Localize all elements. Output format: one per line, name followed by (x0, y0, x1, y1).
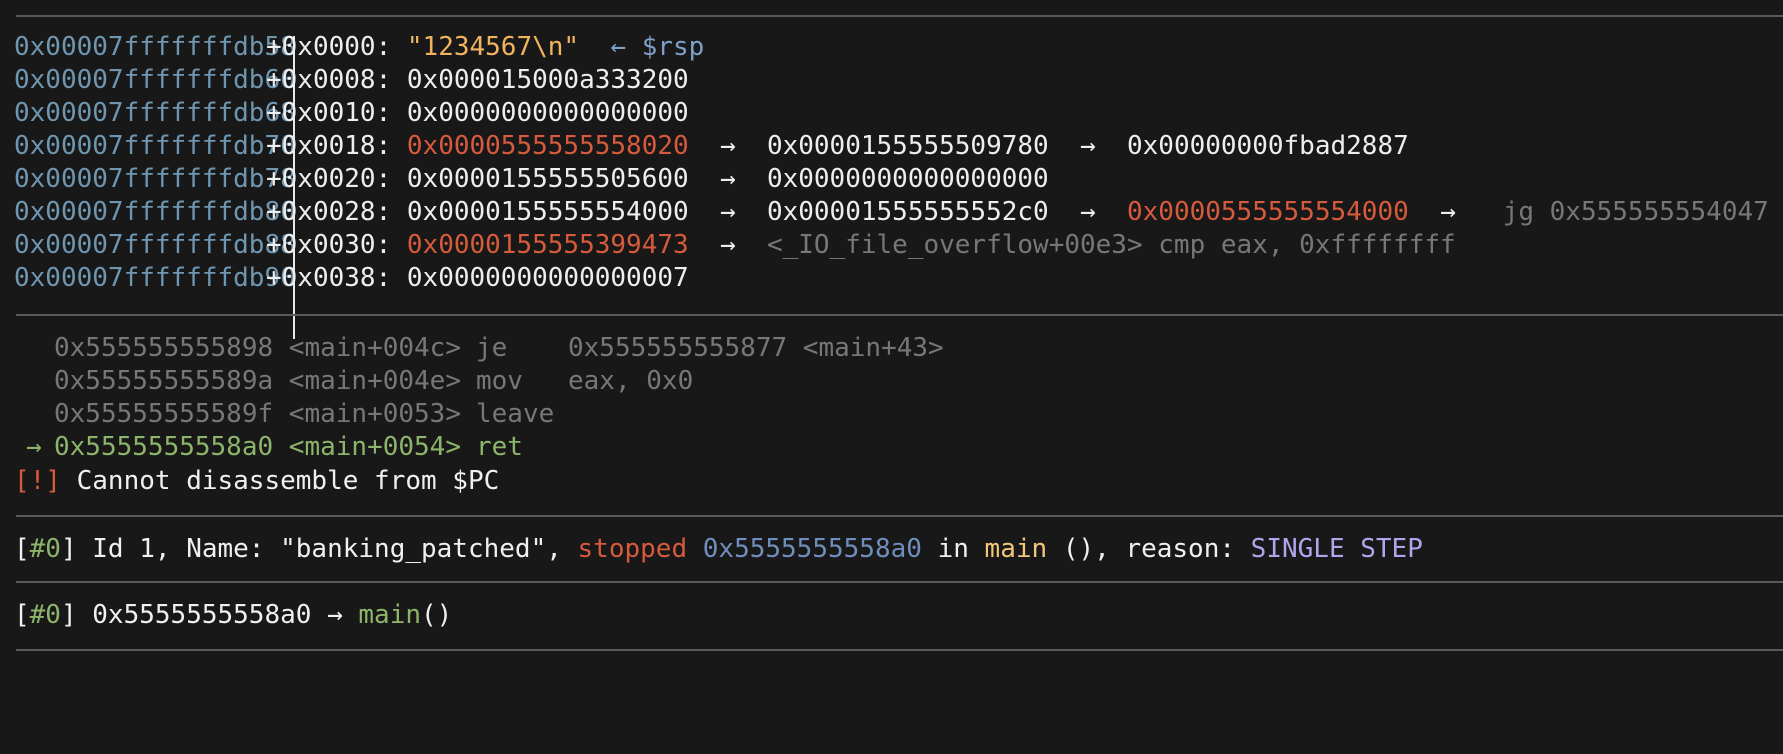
stack-value: 0x0000155555554000 (406, 197, 689, 227)
right-arrow-icon: → (1080, 131, 1096, 161)
deref-instruction: jg 0x555555554047 (1502, 197, 1769, 227)
separator-threads (16, 515, 1783, 517)
stack-offset: +0x0000: (266, 32, 392, 62)
thread-state: stopped (577, 534, 688, 564)
stack-address: 0x00007fffffffdb80 (14, 197, 296, 227)
deref-value: 0x0000000000000000 (766, 164, 1049, 194)
warning-tag: [!] (14, 466, 61, 496)
trace-line: [#0] 0x5555555558a0 → main() (14, 600, 453, 630)
deref-value: 0x00000000fbad2887 (1126, 131, 1409, 161)
warning-text: Cannot disassemble from $PC (76, 466, 500, 496)
right-arrow-icon: → (719, 164, 736, 194)
frame-address: 0x5555555558a0 → (76, 600, 359, 630)
stack-address: 0x00007fffffffdb90 (14, 263, 296, 293)
deref-instruction: <_IO_file_overflow+00e3> cmp eax, 0xffff… (766, 230, 1456, 260)
frame-function: main (358, 600, 422, 630)
thread-info: Id 1, Name: "banking_patched", (76, 534, 578, 564)
code-address: 0x55555555589a <main+004e> (54, 366, 461, 396)
right-arrow-icon: → (1080, 197, 1096, 227)
stack-value: 0x0000555555558020 (406, 131, 689, 161)
stack-address: 0x00007fffffffdb60 (14, 65, 296, 95)
stack-value: "1234567\n" (406, 32, 580, 62)
separator-top (16, 15, 1783, 17)
deref-value: 0x0000555555554000 (1126, 197, 1409, 227)
stack-address: 0x00007fffffffdb88 (14, 230, 296, 260)
stack-value: 0x000015000a333200 (406, 65, 689, 95)
frame-number: #0 (29, 600, 61, 630)
thread-address: 0x5555555558a0 (702, 534, 922, 564)
stack-row-content: +0x0038: 0x0000000000000007 (266, 259, 689, 297)
right-arrow-icon: → (1440, 197, 1456, 227)
stop-reason: SINGLE STEP (1250, 534, 1423, 564)
thread-function: main (984, 534, 1048, 564)
stack-offset: +0x0038: (266, 263, 392, 293)
stack-row: 0x00007fffffffdb90 (14, 259, 296, 297)
stack-address: 0x00007fffffffdb78 (14, 164, 296, 194)
deref-value: 0x00001555555552c0 (766, 197, 1049, 227)
register-label: $rsp (641, 32, 705, 62)
stack-address: 0x00007fffffffdb68 (14, 98, 296, 128)
current-instruction-marker-icon: → (26, 432, 42, 462)
right-arrow-icon: → (719, 197, 736, 227)
stack-address: 0x00007fffffffdb70 (14, 131, 296, 161)
code-operands: eax, 0x0 (568, 366, 694, 396)
stack-offset: +0x0020: (266, 164, 392, 194)
stack-value: 0x0000155555505600 (406, 164, 689, 194)
deref-value: 0x0000155555509780 (766, 131, 1049, 161)
code-mnemonic: ret (476, 432, 523, 462)
stack-value: 0x0000000000000000 (406, 98, 689, 128)
warning-line: [!] Cannot disassemble from $PC (14, 462, 499, 500)
separator-code (16, 314, 1783, 316)
right-arrow-icon: → (719, 131, 736, 161)
stack-offset: +0x0008: (266, 65, 392, 95)
stack-address: 0x00007fffffffdb58 (14, 32, 296, 62)
code-address: 0x5555555558a0 <main+0054> (54, 432, 461, 462)
right-arrow-icon: → (719, 230, 736, 260)
stack-offset: +0x0028: (266, 197, 392, 227)
stack-offset: +0x0030: (266, 230, 392, 260)
code-address: 0x555555555898 <main+004c> (54, 333, 461, 363)
stack-offset: +0x0018: (266, 131, 392, 161)
stack-value: 0x0000000000000007 (406, 263, 689, 293)
stack-value: 0x0000155555399473 (406, 230, 689, 260)
code-row-current: 0x5555555558a0 <main+0054> (54, 428, 461, 466)
thread-number: #0 (29, 534, 61, 564)
separator-bottom (16, 649, 1783, 651)
gdb-terminal: 0x00007fffffffdb58 +0x0000: "1234567\n" … (0, 0, 1783, 754)
code-address: 0x55555555589f <main+0053> (54, 399, 461, 429)
separator-trace (16, 581, 1783, 583)
stack-offset: +0x0010: (266, 98, 392, 128)
thread-line: [#0] Id 1, Name: "banking_patched", stop… (14, 534, 1423, 564)
left-arrow-icon: ← (610, 32, 627, 62)
